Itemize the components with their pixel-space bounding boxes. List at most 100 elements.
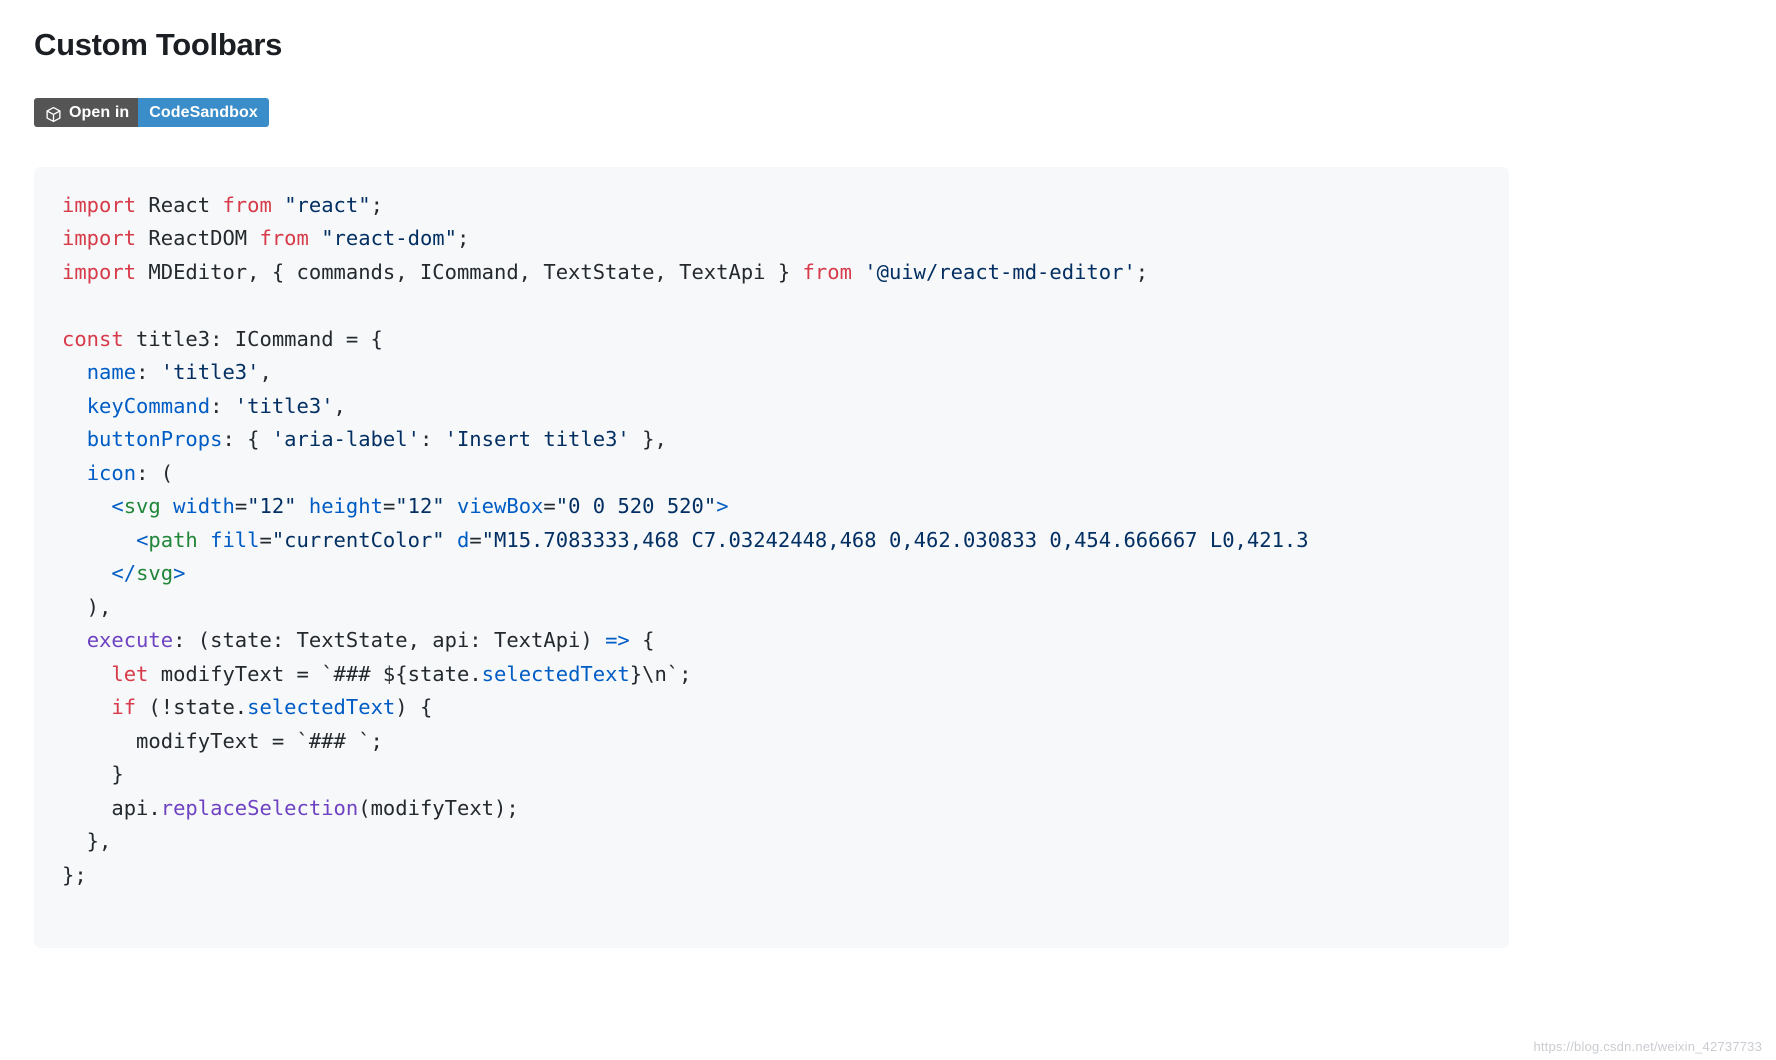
- badge-left-label: Open in: [69, 103, 130, 121]
- code-token: "react": [284, 192, 371, 217]
- code-token: ,: [333, 393, 346, 418]
- code-token: "0 0 520 520": [555, 494, 717, 519]
- code-token: (!state.: [136, 695, 248, 720]
- code-token: ReactDOM: [136, 226, 260, 251]
- code-token: <: [111, 494, 124, 519]
- codesandbox-box-icon: [45, 104, 62, 122]
- page-title: Custom Toolbars: [34, 27, 283, 62]
- code-token: import: [62, 192, 137, 217]
- code-block[interactable]: import React from "react"; import ReactDO…: [34, 166, 1509, 948]
- code-line: keyCommand: 'title3',: [62, 390, 1509, 424]
- code-token: };: [62, 862, 87, 887]
- page-root: Custom Toolbars Open in CodeSandbox impo…: [0, 0, 1776, 948]
- code-token: MDEditor, { commands, ICommand, TextStat…: [136, 259, 803, 284]
- code-token: "12": [395, 494, 445, 519]
- code-token: (modifyText);: [358, 795, 519, 820]
- open-in-codesandbox-badge[interactable]: Open in CodeSandbox: [34, 97, 269, 127]
- code-token: </: [111, 561, 137, 586]
- code-token: ) {: [395, 695, 433, 720]
- code-token: "M15.7083333,468 C7.03242448,468 0,462.0…: [481, 527, 1309, 552]
- code-line: },: [62, 825, 1509, 859]
- code-token: },: [62, 829, 112, 854]
- code-token: "react-dom": [321, 226, 457, 251]
- code-token: {: [629, 628, 655, 653]
- code-token: <: [136, 527, 149, 552]
- code-content: import React from "react"; import ReactDO…: [34, 189, 1509, 926]
- code-token: =: [259, 527, 272, 552]
- code-line: api.replaceSelection(modifyText);: [62, 792, 1509, 826]
- code-token: svg: [123, 494, 161, 519]
- badge-right-label: CodeSandbox: [138, 97, 269, 127]
- code-token: :: [136, 360, 161, 385]
- code-token: from: [222, 192, 272, 217]
- code-line: import MDEditor, { commands, ICommand, T…: [62, 256, 1509, 290]
- code-token: ,: [259, 360, 272, 385]
- watermark-text: https://blog.csdn.net/weixin_42737733: [1533, 1039, 1762, 1054]
- code-line: };: [62, 859, 1509, 893]
- code-token: =: [469, 527, 482, 552]
- code-token: path: [148, 527, 198, 552]
- code-token: svg: [136, 561, 174, 586]
- code-token: import: [62, 259, 137, 284]
- code-line: import React from "react";: [62, 189, 1509, 223]
- code-token: :: [210, 393, 235, 418]
- code-token: }\n`: [629, 661, 680, 686]
- code-line: import ReactDOM from "react-dom";: [62, 222, 1509, 256]
- code-token: viewBox: [457, 494, 544, 519]
- code-token: }: [62, 762, 124, 787]
- code-token: execute: [86, 628, 174, 653]
- code-line: }: [62, 758, 1509, 792]
- code-token: >: [716, 494, 729, 519]
- code-line: name: 'title3',: [62, 356, 1509, 390]
- code-token: `### ${: [321, 661, 408, 686]
- code-token: from: [802, 259, 852, 284]
- code-token: =: [543, 494, 556, 519]
- code-token: 'aria-label': [271, 427, 420, 452]
- code-token: 'title3': [234, 393, 334, 418]
- badge-left-section: Open in: [34, 97, 139, 127]
- code-token: selectedText: [247, 695, 396, 720]
- code-line: const title3: ICommand = {: [62, 323, 1509, 357]
- code-token: =>: [605, 628, 630, 653]
- code-line: ),: [62, 591, 1509, 625]
- code-line: if (!state.selectedText) {: [62, 691, 1509, 725]
- code-line: <path fill="currentColor" d="M15.7083333…: [62, 524, 1509, 558]
- code-token: "12": [247, 494, 297, 519]
- code-line: execute: (state: TextState, api: TextApi…: [62, 624, 1509, 658]
- code-token: ;: [370, 192, 383, 217]
- code-token: "currentColor": [271, 527, 445, 552]
- code-token: keyCommand: [86, 393, 211, 418]
- code-line: let modifyText = `### ${state.selectedTe…: [62, 658, 1509, 692]
- code-token: state.: [407, 661, 482, 686]
- code-token: fill: [210, 527, 260, 552]
- code-token: let: [111, 661, 149, 686]
- code-token: modifyText = `### `;: [62, 728, 383, 753]
- code-token: from: [259, 226, 309, 251]
- code-line: modifyText = `### `;: [62, 725, 1509, 759]
- code-token: width: [173, 494, 235, 519]
- code-token: api.: [62, 795, 161, 820]
- code-token: replaceSelection: [160, 795, 359, 820]
- code-token: React: [136, 192, 223, 217]
- code-token: import: [62, 226, 137, 251]
- code-token: title3: ICommand = {: [123, 326, 383, 351]
- code-token: modifyText =: [148, 661, 322, 686]
- code-token: :: [419, 427, 445, 452]
- code-token: : (: [136, 460, 174, 485]
- code-token: =: [382, 494, 396, 519]
